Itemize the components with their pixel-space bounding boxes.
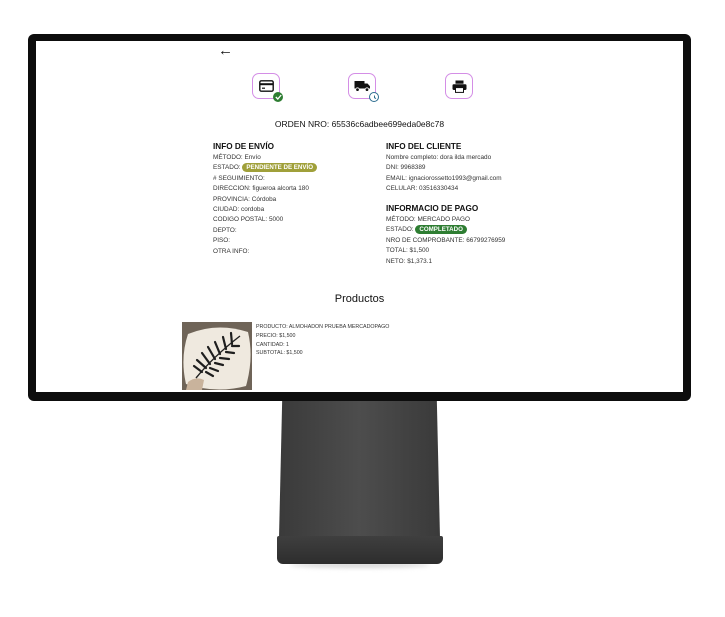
payment-status-row: ESTADO: COMPLETADO: [386, 225, 505, 235]
product-subtotal: SUBTOTAL: $1,500: [256, 350, 303, 357]
shipping-info-heading: INFO DE ENVÍO: [213, 142, 274, 151]
printer-icon: [452, 80, 466, 93]
payment-net: NETO: $1,373.1: [386, 257, 433, 265]
client-full-name: Nombre completo: dora ilda mercado: [386, 154, 492, 161]
client-phone: CELULAR: 03516330434: [386, 185, 459, 193]
truck-icon: [354, 81, 370, 92]
monitor-stand-neck: [279, 398, 440, 538]
shipping-status-label: ESTADO:: [213, 164, 241, 172]
order-detail-screen: ← ORDEN NRO: 65536c6adbee699eda0e8c78 IN…: [36, 41, 683, 392]
product-image: [182, 322, 252, 390]
arrow-left-icon[interactable]: ←: [218, 43, 233, 58]
step-print[interactable]: [445, 73, 473, 99]
step-payment[interactable]: [252, 73, 283, 102]
shipping-info-section: INFO DE ENVÍO MÉTODO: Envío ESTADO: PEND…: [213, 141, 318, 257]
shipping-city: CIUDAD: cordoba: [213, 206, 265, 214]
check-circle-icon: [273, 92, 283, 102]
shipping-method: MÉTODO: Envío: [213, 154, 261, 161]
payment-receipt-number: NRO DE COMPROBANTE: 66799276959: [386, 236, 506, 244]
shipping-floor: PISO:: [213, 237, 231, 245]
credit-card-icon: [258, 80, 274, 92]
product-name: PRODUCTO: ALMOHADON PRUEBA MERCADOPAGO: [256, 324, 390, 330]
payment-info-heading: INFORMACIO DE PAGO: [386, 204, 479, 213]
payment-info-section: INFORMACIO DE PAGO MÉTODO: MERCADO PAGO …: [386, 203, 505, 267]
product-details: PRODUCTO: ALMOHADON PRUEBA MERCADOPAGO P…: [256, 323, 389, 358]
payment-total: TOTAL: $1,500: [386, 247, 430, 255]
product-price: PRECIO: $1,500: [256, 332, 296, 339]
shipping-address: DIRECCION: figueroa alcorta 180: [213, 185, 309, 193]
order-number-title: ORDEN NRO: 65536c6adbee699eda0e8c78: [274, 119, 445, 129]
shipping-other-info: OTRA INFO:: [213, 247, 250, 255]
payment-method: MÉTODO: MERCADO PAGO: [386, 216, 470, 223]
shipping-apartment: DEPTO:: [213, 226, 237, 234]
monitor-stand-base: [277, 536, 443, 564]
client-info-section: INFO DEL CLIENTE Nombre completo: dora i…: [386, 141, 502, 195]
shipping-postal-code: CODIGO POSTAL: 5000: [213, 216, 284, 224]
shipping-status-row: ESTADO: PENDIENTE DE ENVÍO: [213, 163, 318, 173]
client-dni: DNI: 9968389: [386, 164, 426, 172]
shipping-status-badge: PENDIENTE DE ENVÍO: [242, 163, 318, 173]
clock-icon: [369, 92, 379, 102]
client-email: EMAIL: ignaciorossetto1993@gmail.com: [386, 174, 502, 182]
payment-status-badge: COMPLETADO: [415, 225, 467, 235]
payment-status-label: ESTADO:: [386, 226, 414, 234]
step-shipping[interactable]: [348, 73, 379, 102]
shipping-province: PROVINCIA: Córdoba: [213, 195, 277, 203]
shipping-tracking: # SEGUIMIENTO:: [213, 174, 265, 182]
product-quantity: CANTIDAD: 1: [256, 341, 289, 348]
products-heading: Productos: [334, 293, 385, 305]
client-info-heading: INFO DEL CLIENTE: [386, 142, 462, 151]
